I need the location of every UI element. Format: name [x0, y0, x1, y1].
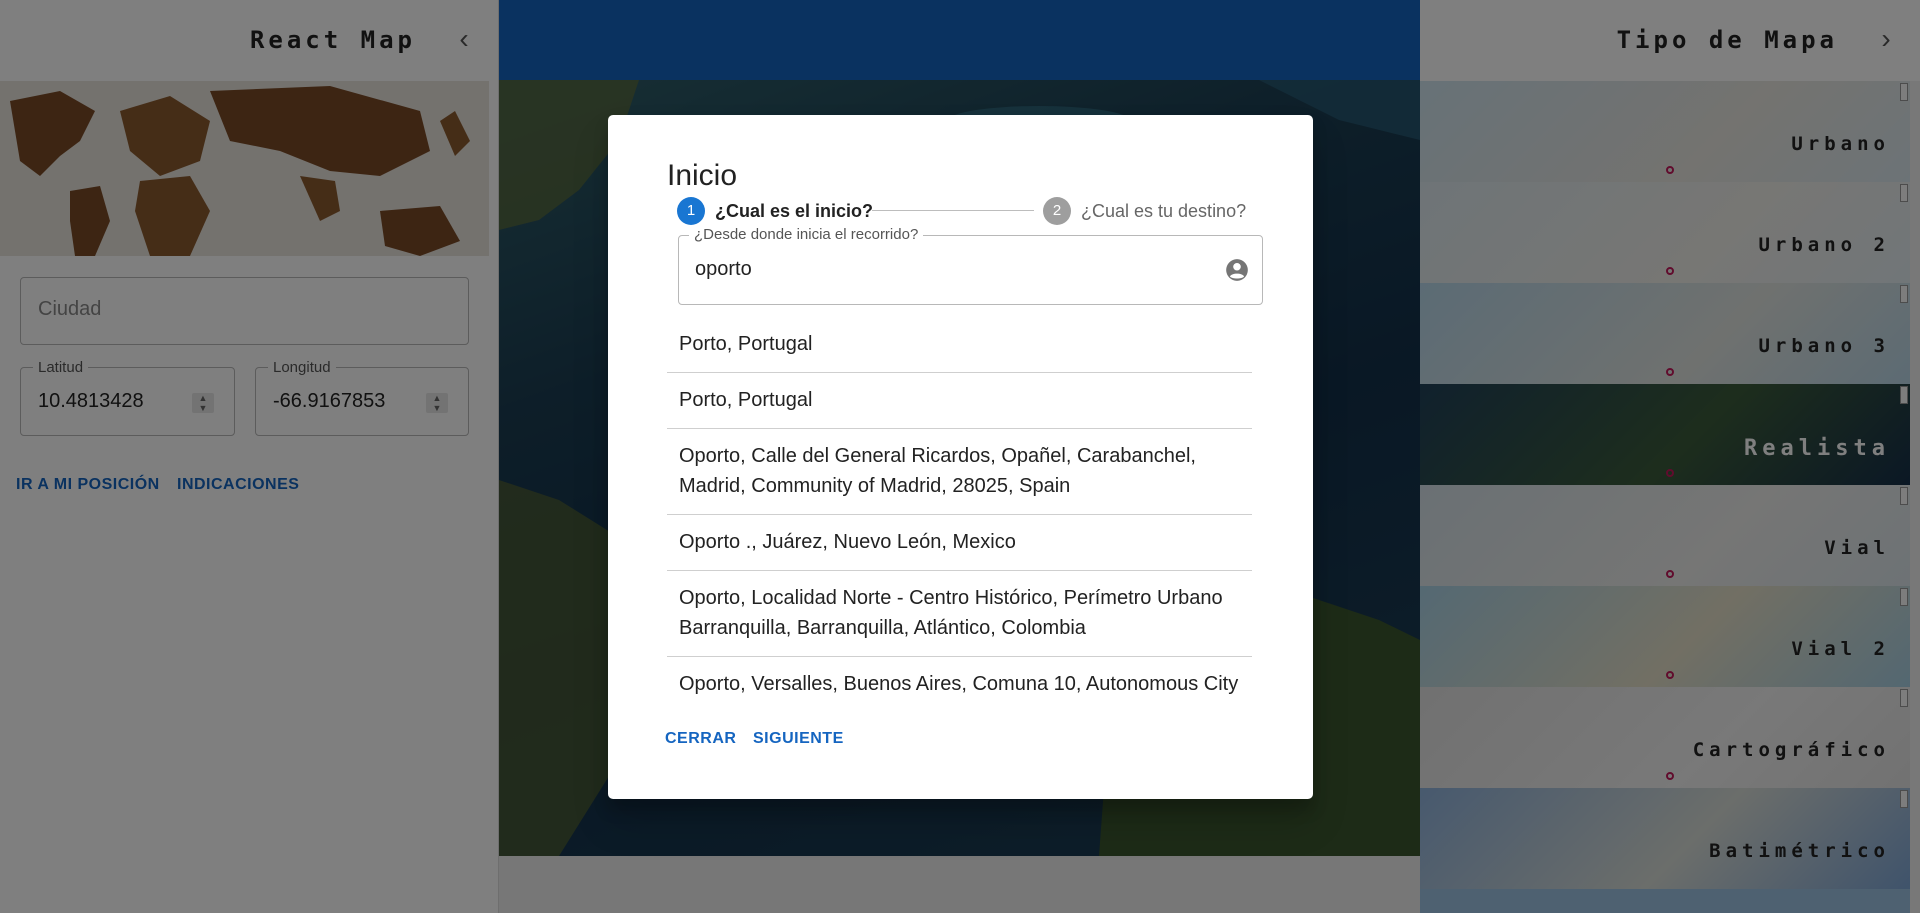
suggestion-item[interactable]: Oporto, Calle del General Ricardos, Opañ…: [667, 429, 1252, 515]
next-button[interactable]: SIGUIENTE: [753, 730, 844, 748]
suggestion-item[interactable]: Oporto ., Juárez, Nuevo León, Mexico: [667, 515, 1252, 571]
route-dialog: Inicio 1 ¿Cual es el inicio? 2 ¿Cual es …: [608, 115, 1313, 799]
suggestion-item[interactable]: Oporto, Localidad Norte - Centro Históri…: [667, 571, 1252, 657]
step-1-label: ¿Cual es el inicio?: [715, 200, 874, 221]
suggestion-list: Porto, Portugal Porto, Portugal Oporto, …: [667, 317, 1252, 695]
close-button[interactable]: CERRAR: [665, 730, 736, 748]
suggestion-item[interactable]: Porto, Portugal: [667, 373, 1252, 429]
origin-label: ¿Desde donde inicia el recorrido?: [689, 226, 924, 243]
account-circle-icon[interactable]: [1224, 257, 1250, 283]
step-1-number: 1: [677, 197, 705, 225]
origin-input[interactable]: ¿Desde donde inicia el recorrido? oporto: [678, 226, 1263, 305]
step-1: 1 ¿Cual es el inicio?: [677, 197, 873, 225]
step-2-number: 2: [1043, 197, 1071, 225]
dialog-title: Inicio: [667, 159, 738, 192]
step-connector: [872, 210, 1034, 211]
suggestion-item[interactable]: Oporto, Versalles, Buenos Aires, Comuna …: [667, 657, 1252, 695]
suggestion-item[interactable]: Porto, Portugal: [667, 317, 1252, 373]
origin-value: oporto: [695, 258, 752, 280]
step-2: 2 ¿Cual es tu destino?: [1043, 197, 1246, 225]
step-2-label: ¿Cual es tu destino?: [1081, 200, 1247, 221]
